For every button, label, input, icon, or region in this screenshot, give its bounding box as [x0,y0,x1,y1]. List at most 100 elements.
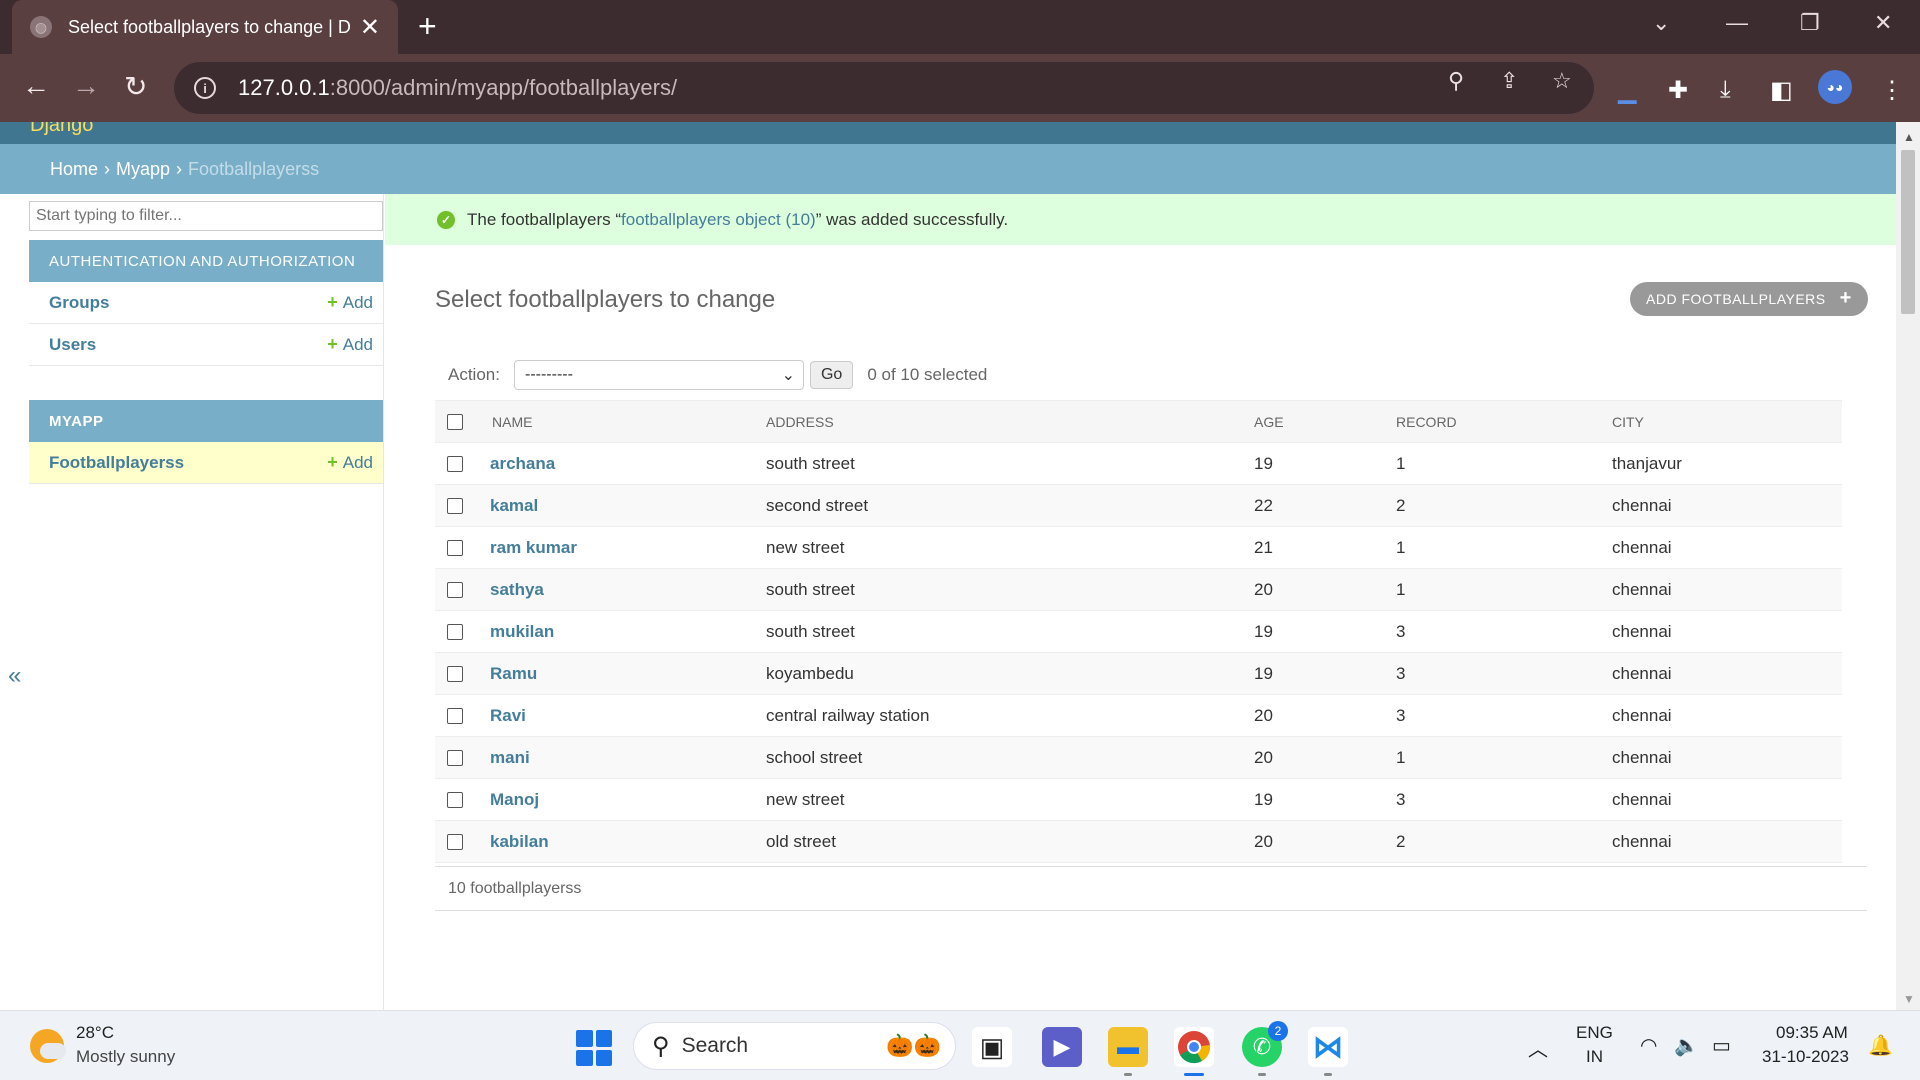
close-tab-icon[interactable]: ✕ [360,13,380,42]
player-link[interactable]: Ravi [490,706,526,725]
pumpkin-icon: 🎃🎃 [886,1033,941,1058]
tab-search-chevron-icon[interactable]: ⌄ [1652,10,1670,36]
player-link[interactable]: Manoj [490,790,539,809]
cell-address: old street [766,820,1254,863]
column-header-age[interactable]: AGE [1254,400,1396,443]
cell-address: south street [766,442,1254,485]
cell-city: thanjavur [1612,442,1842,485]
scroll-down-icon[interactable]: ▼ [1903,992,1915,1006]
row-checkbox[interactable] [447,708,463,725]
windows-start-icon[interactable] [576,1030,612,1066]
taskbar-search[interactable]: ⚲ Search 🎃🎃 [633,1022,956,1070]
profile-avatar[interactable]: ◕◕ [1818,70,1852,104]
chrome-icon[interactable] [1174,1027,1214,1076]
scrollbar-thumb[interactable] [1901,150,1915,314]
clock-date[interactable]: 31-10-2023 [1762,1047,1849,1067]
player-link[interactable]: kamal [490,496,538,515]
reload-icon[interactable]: ↻ [124,70,147,103]
breadcrumb-home[interactable]: Home [50,159,98,180]
site-info-icon[interactable]: i [194,77,216,99]
language-indicator-top[interactable]: ENG [1576,1023,1613,1043]
vscode-icon[interactable]: ⋈ [1308,1027,1348,1076]
extension-progress-icon[interactable]: ▁ [1618,76,1636,105]
zoom-icon[interactable]: ⚲ [1448,68,1464,94]
page-scrollbar[interactable]: ▲ ▼ [1896,122,1920,1010]
sidebar-item-label[interactable]: Footballplayerss [49,453,184,473]
row-checkbox[interactable] [447,624,463,641]
row-checkbox[interactable] [447,834,463,851]
cell-city: chennai [1612,526,1842,569]
column-header-record[interactable]: RECORD [1396,400,1612,443]
player-link[interactable]: mani [490,748,530,767]
add-users-link[interactable]: + Add [327,334,373,355]
cell-name: Ravi [487,694,766,737]
row-checkbox[interactable] [447,498,463,515]
player-link[interactable]: ram kumar [490,538,577,557]
close-window-icon[interactable]: ✕ [1874,10,1892,36]
module-myapp-caption[interactable]: MYAPP [29,400,383,442]
cell-city: chennai [1612,778,1842,821]
battery-icon[interactable]: ▭ [1712,1033,1731,1058]
weather-description[interactable]: Mostly sunny [76,1047,175,1067]
file-explorer-icon[interactable]: ▬ [1108,1027,1148,1076]
wifi-icon[interactable]: ◠ [1640,1033,1657,1058]
restore-icon[interactable]: ❐ [1800,10,1820,36]
weather-sun-icon[interactable] [30,1029,66,1063]
add-footballplayers-button[interactable]: ADD FOOTBALLPLAYERS + [1630,282,1868,316]
player-link[interactable]: Ramu [490,664,537,683]
message-object-link[interactable]: footballplayers object (10) [621,210,816,230]
url-text[interactable]: 127.0.0.1:8000/admin/myapp/footballplaye… [238,75,677,101]
row-checkbox[interactable] [447,750,463,767]
player-link[interactable]: archana [490,454,555,473]
download-icon[interactable]: ⤓ [1720,76,1731,104]
back-arrow-icon[interactable]: ← [22,70,50,102]
sidebar-item-label[interactable]: Users [49,335,96,355]
cell-age: 19 [1254,442,1396,485]
address-bar[interactable]: i 127.0.0.1:8000/admin/myapp/footballpla… [174,62,1594,114]
row-checkbox[interactable] [447,540,463,557]
whatsapp-icon[interactable]: ✆ 2 [1242,1021,1288,1076]
column-header-city[interactable]: CITY [1612,400,1842,443]
row-checkbox[interactable] [447,666,463,683]
new-tab-icon[interactable]: + [418,8,437,45]
sidebar-item-label[interactable]: Groups [49,293,109,313]
select-all-checkbox[interactable] [447,414,463,431]
action-select[interactable]: --------- ⌄ [513,360,804,390]
add-groups-link[interactable]: + Add [327,292,373,313]
task-view-icon[interactable]: ▣ [972,1027,1012,1067]
show-hidden-icons-chevron-icon[interactable]: ︿ [1528,1033,1548,1062]
weather-temperature[interactable]: 28°C [76,1023,114,1043]
language-indicator-bottom[interactable]: IN [1586,1047,1603,1067]
notifications-bell-icon[interactable]: 🔔 [1868,1033,1893,1058]
row-select-cell [435,694,487,737]
player-link[interactable]: mukilan [490,622,554,641]
scroll-up-icon[interactable]: ▲ [1903,130,1915,144]
extensions-puzzle-icon[interactable]: ✚ [1668,76,1688,105]
go-button[interactable]: Go [809,361,854,389]
column-header-address[interactable]: ADDRESS [766,400,1254,443]
nav-filter-input[interactable] [29,201,383,231]
row-checkbox[interactable] [447,456,463,473]
toggle-nav-sidebar-button[interactable]: « [8,662,21,690]
row-checkbox[interactable] [447,792,463,809]
minimize-icon[interactable]: — [1726,10,1748,36]
bookmark-star-icon[interactable]: ☆ [1552,68,1572,94]
cell-record: 3 [1396,694,1612,737]
column-header-name[interactable]: NAME [487,400,766,443]
share-icon[interactable]: ⇪ [1500,68,1518,94]
module-auth-caption[interactable]: AUTHENTICATION AND AUTHORIZATION [29,240,383,282]
add-footballplayerss-link[interactable]: + Add [327,452,373,473]
kebab-menu-icon[interactable]: ⋮ [1880,76,1904,105]
teams-meet-icon[interactable]: ▶ [1042,1027,1082,1067]
player-link[interactable]: kabilan [490,832,549,851]
browser-tab-active[interactable]: ◍ Select footballplayers to change | D ✕ [12,0,398,54]
clock-time[interactable]: 09:35 AM [1776,1023,1848,1043]
player-link[interactable]: sathya [490,580,544,599]
forward-arrow-icon[interactable]: → [72,70,100,102]
row-checkbox[interactable] [447,582,463,599]
site-name[interactable]: Django [30,122,93,137]
side-panel-icon[interactable]: ◧ [1770,76,1793,105]
browser-toolbar: ← → ↻ i 127.0.0.1:8000/admin/myapp/footb… [0,54,1920,122]
speaker-muted-icon[interactable]: 🔈 [1674,1033,1699,1058]
breadcrumb-app[interactable]: Myapp [116,159,170,180]
